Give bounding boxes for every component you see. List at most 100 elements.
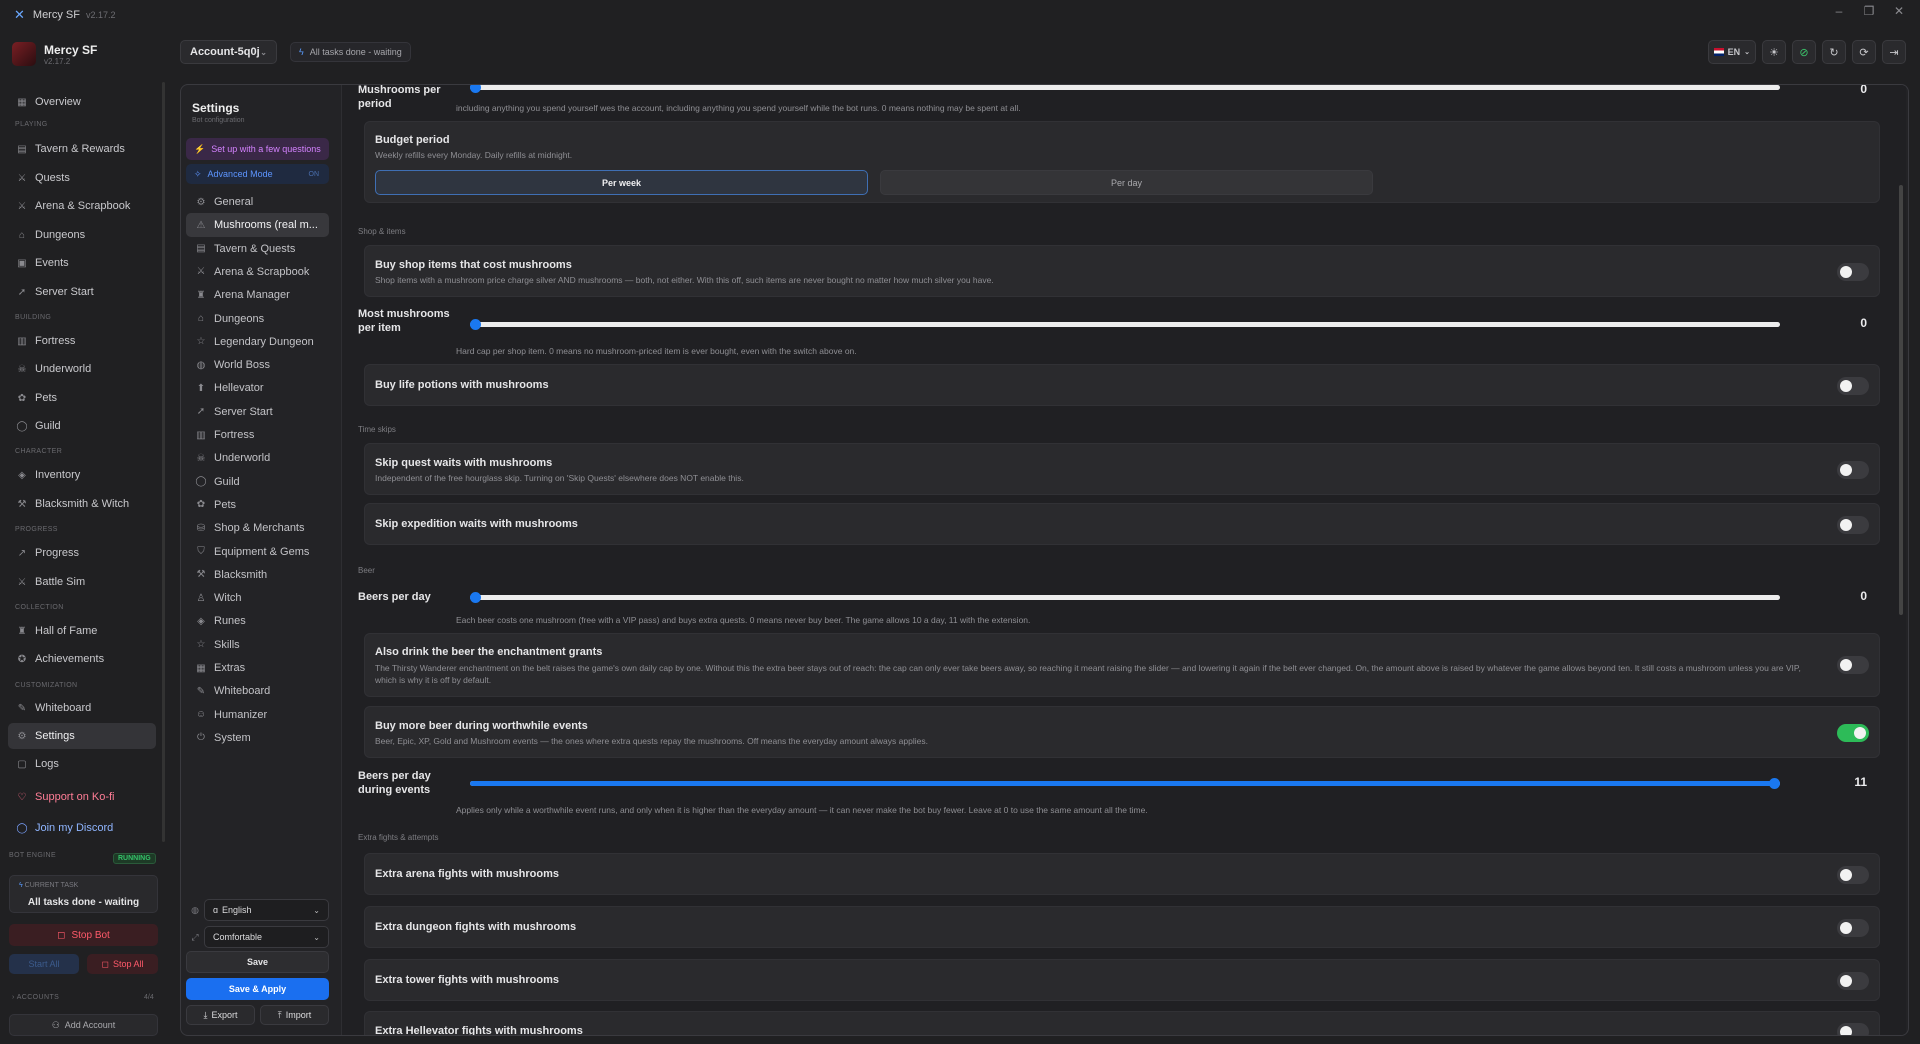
settings-nav-item[interactable]: ♜ Arena Manager [186, 283, 329, 307]
language-select[interactable]: ◍ ɑ English ⌄ [186, 899, 329, 921]
advanced-mode-toggle[interactable]: ✧ Advanced Mode ON [186, 164, 329, 184]
per-week-option[interactable]: Per week [375, 170, 868, 195]
export-button[interactable]: ⤓ Export [186, 1005, 255, 1025]
beers-events-value: 11 [1854, 775, 1867, 789]
settings-nav-item[interactable]: ▥ Fortress [186, 423, 329, 447]
slider-handle[interactable] [470, 592, 481, 603]
settings-nav-item[interactable]: ⚒ Blacksmith [186, 563, 329, 587]
sidebar-item-discord[interactable]: ◯ Join my Discord [8, 815, 156, 841]
settings-nav-item[interactable]: ⛁ Shop & Merchants [186, 516, 329, 540]
sidebar-item-guild[interactable]: ◯ Guild [8, 413, 156, 439]
settings-nav-item[interactable]: ⏻ System [186, 726, 329, 750]
content-scrollbar[interactable] [1899, 185, 1903, 615]
sidebar-item-hall-of-fame[interactable]: ♜ Hall of Fame [8, 618, 156, 644]
settings-nav-item[interactable]: ➚ Server Start [186, 400, 329, 424]
pen-icon: ✎ [196, 685, 206, 697]
extra-tower-toggle[interactable] [1837, 972, 1869, 990]
settings-nav-item[interactable]: ♙ Witch [186, 586, 329, 610]
sidebar-item-logs[interactable]: ▢ Logs [8, 751, 156, 777]
settings-nav-item[interactable]: ✎ Whiteboard [186, 679, 329, 703]
mushrooms-per-period-slider[interactable] [470, 85, 1780, 93]
settings-nav-item[interactable]: ✿ Pets [186, 493, 329, 517]
sidebar-item-achievements[interactable]: ✪ Achievements [8, 646, 156, 672]
settings-nav-item-label: Server Start [214, 405, 273, 418]
enchant-beer-toggle[interactable] [1837, 656, 1869, 674]
settings-nav-item[interactable]: ⚙ General [186, 190, 329, 214]
settings-nav-item[interactable]: ☺ Humanizer [186, 703, 329, 727]
maximize-icon[interactable]: ❐ [1854, 4, 1884, 18]
sidebar-item-label: Overview [35, 96, 81, 108]
minimize-icon[interactable]: – [1824, 4, 1854, 18]
stop-all-button[interactable]: ◻ Stop All [87, 954, 158, 974]
sidebar-item-fortress[interactable]: ▥ Fortress [8, 328, 156, 354]
stop-bot-button[interactable]: ◻ Stop Bot [9, 924, 158, 946]
swords-icon: ⚔ [17, 172, 27, 184]
refresh-button[interactable]: ↻ [1822, 40, 1846, 64]
visibility-button[interactable]: ⊘ [1792, 40, 1816, 64]
add-account-button[interactable]: ⚇ Add Account [9, 1014, 158, 1036]
buy-shop-toggle[interactable] [1837, 263, 1869, 281]
settings-nav-item[interactable]: ☆ Skills [186, 633, 329, 657]
life-potions-toggle[interactable] [1837, 377, 1869, 395]
settings-nav-item[interactable]: ▤ Tavern & Quests [186, 237, 329, 261]
beers-per-day-slider[interactable] [470, 592, 1780, 603]
slider-handle[interactable] [1769, 778, 1780, 789]
extra-hellevator-toggle[interactable] [1837, 1023, 1869, 1035]
sidebar-item-overview[interactable]: ▦ Overview [8, 89, 156, 115]
sidebar-item-tavern[interactable]: ▤ Tavern & Rewards [8, 136, 156, 162]
sidebar-item-blacksmith[interactable]: ⚒ Blacksmith & Witch [8, 491, 156, 517]
sidebar-item-events[interactable]: ▣ Events [8, 250, 156, 276]
sidebar-item-quests[interactable]: ⚔ Quests [8, 165, 156, 191]
sidebar-scrollbar[interactable] [162, 82, 165, 842]
logout-button[interactable]: ⇥ [1882, 40, 1906, 64]
worthwhile-toggle[interactable] [1837, 724, 1869, 742]
sidebar-item-whiteboard[interactable]: ✎ Whiteboard [8, 695, 156, 721]
save-apply-button[interactable]: Save & Apply [186, 978, 329, 1000]
app-title: Mercy SF [32, 9, 80, 21]
settings-nav-item[interactable]: ☆ Legendary Dungeon [186, 330, 329, 354]
settings-nav-item[interactable]: ⌂ Dungeons [186, 307, 329, 331]
settings-nav-item[interactable]: ☠ Underworld [186, 446, 329, 470]
start-all-button[interactable]: Start All [9, 954, 79, 974]
theme-toggle-button[interactable]: ☀ [1762, 40, 1786, 64]
accounts-label[interactable]: › ACCOUNTS [12, 994, 59, 1001]
setup-wizard-button[interactable]: ⚡ Set up with a few questions [186, 138, 329, 160]
sidebar-item-settings[interactable]: ⚙ Settings [8, 723, 156, 749]
slider-handle[interactable] [470, 85, 481, 93]
settings-nav-item[interactable]: ▦ Extras [186, 656, 329, 680]
settings-nav-item[interactable]: ◍ World Boss [186, 353, 329, 377]
density-select[interactable]: ⤢ Comfortable ⌄ [186, 926, 329, 948]
life-potions-title: Buy life potions with mushrooms [375, 379, 549, 391]
sidebar-item-server-start[interactable]: ➚ Server Start [8, 279, 156, 305]
skip-quest-toggle[interactable] [1837, 461, 1869, 479]
sidebar-item-arena[interactable]: ⚔ Arena & Scrapbook [8, 193, 156, 219]
sidebar-item-progress[interactable]: ↗ Progress [8, 540, 156, 566]
settings-nav-item[interactable]: ◈ Runes [186, 609, 329, 633]
settings-nav-item[interactable]: ⛉ Equipment & Gems [186, 540, 329, 564]
sidebar-item-battle-sim[interactable]: ⚔ Battle Sim [8, 569, 156, 595]
per-day-option[interactable]: Per day [880, 170, 1373, 195]
sidebar-item-pets[interactable]: ✿ Pets [8, 385, 156, 411]
save-button[interactable]: Save [186, 951, 329, 973]
slider-handle[interactable] [470, 319, 481, 330]
settings-nav-item[interactable]: ◯ Guild [186, 470, 329, 494]
account-select[interactable]: Account-5q0j ⌄ [180, 40, 277, 64]
most-per-item-slider[interactable] [470, 319, 1780, 330]
extra-dungeon-toggle[interactable] [1837, 919, 1869, 937]
settings-nav-item[interactable]: ⚔ Arena & Scrapbook [186, 260, 329, 284]
skip-expedition-toggle[interactable] [1837, 516, 1869, 534]
wand-icon: ⚡ [194, 143, 206, 154]
sidebar-item-dungeons[interactable]: ⌂ Dungeons [8, 222, 156, 248]
sidebar-item-label: Blacksmith & Witch [35, 498, 130, 510]
settings-nav-item[interactable]: ⬆ Hellevator [186, 376, 329, 400]
sync-button[interactable]: ⟳ [1852, 40, 1876, 64]
settings-nav-item[interactable]: ⚠ Mushrooms (real m... [186, 213, 329, 238]
language-button[interactable]: EN ⌄ [1708, 40, 1756, 64]
close-icon[interactable]: ✕ [1884, 4, 1914, 18]
sidebar-item-inventory[interactable]: ◈ Inventory [8, 462, 156, 488]
import-button[interactable]: ⤒ Import [260, 1005, 329, 1025]
sidebar-item-underworld[interactable]: ☠ Underworld [8, 356, 156, 382]
extra-arena-toggle[interactable] [1837, 866, 1869, 884]
sidebar-item-kofi[interactable]: ♡ Support on Ko-fi [8, 784, 156, 810]
beers-events-slider[interactable] [470, 778, 1780, 789]
